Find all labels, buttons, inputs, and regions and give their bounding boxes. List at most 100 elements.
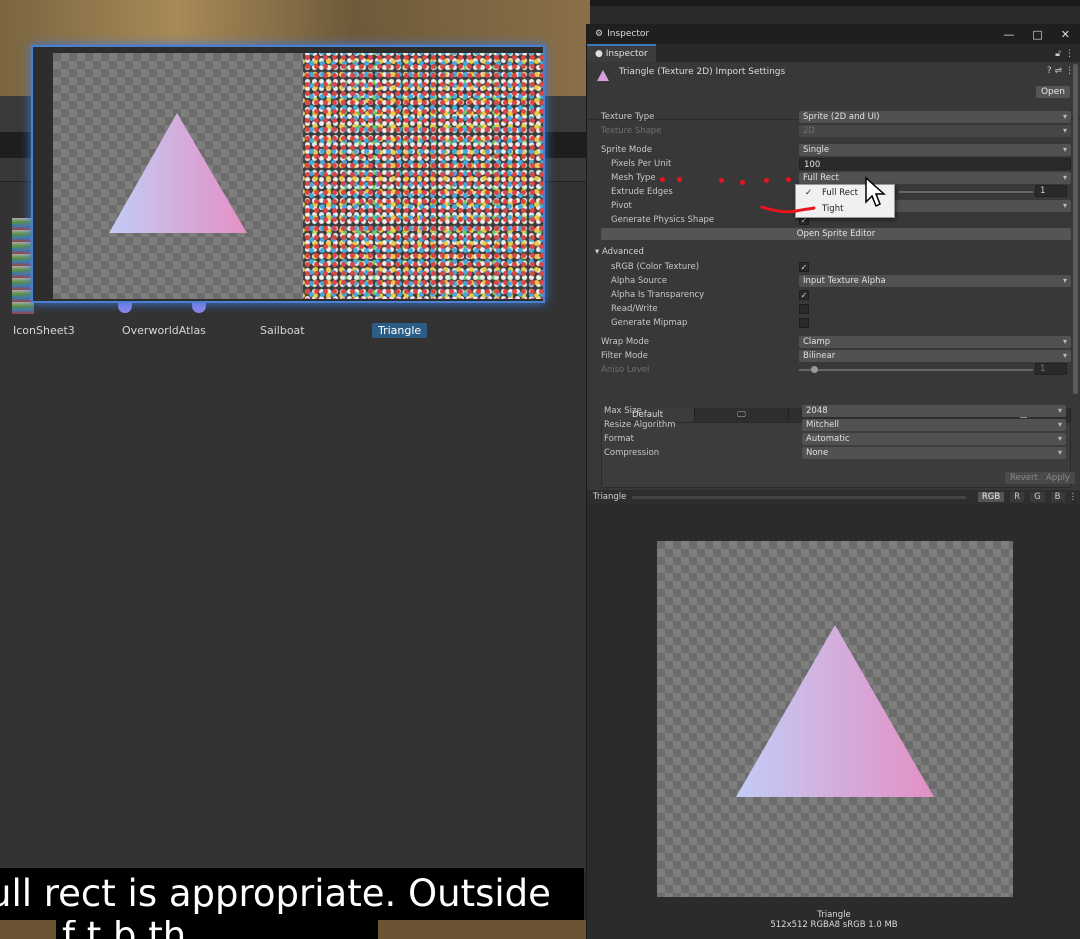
triangle-shape xyxy=(109,113,247,233)
advanced-label: Advanced xyxy=(601,247,644,257)
menu-item-tight-label: Tight xyxy=(822,204,844,214)
extrude-edges-input[interactable]: 1 xyxy=(1035,185,1067,197)
annotation-dot xyxy=(764,178,769,183)
alpha-source-label: Alpha Source xyxy=(611,276,668,286)
generate-mipmap-label: Generate Mipmap xyxy=(611,318,688,328)
read-write-label: Read/Write xyxy=(611,304,658,314)
texture-type-dropdown[interactable]: Sprite (2D and UI) xyxy=(799,111,1071,123)
inspector-window-title: Inspector xyxy=(607,29,650,39)
help-icon[interactable]: ? xyxy=(1047,66,1052,76)
annotation-dot xyxy=(740,180,745,185)
inspector-window: ⚙ Inspector — □ ✕ ● Inspector 🔓︎ ⋮ Trian… xyxy=(586,24,1080,939)
maximize-icon[interactable]: □ xyxy=(1032,28,1042,41)
import-settings-title: Triangle (Texture 2D) Import Settings xyxy=(619,67,786,77)
alpha-transparency-checkbox[interactable]: ✓ xyxy=(799,290,809,300)
inspector-window-icon: ⚙ xyxy=(595,29,604,39)
asset-preview-popup xyxy=(31,45,545,303)
read-write-checkbox[interactable] xyxy=(799,304,809,314)
inspector-titlebar[interactable]: ⚙ Inspector — □ ✕ xyxy=(587,24,1080,44)
srgb-checkbox[interactable]: ✓ xyxy=(799,262,809,272)
format-dropdown[interactable]: Automatic xyxy=(802,433,1066,445)
annotation-scribble xyxy=(760,205,816,214)
check-icon: ✓ xyxy=(805,188,813,198)
aniso-level-label: Aniso Level xyxy=(601,365,650,375)
channel-r-button[interactable]: R xyxy=(1010,492,1025,502)
sprite-mode-label: Sprite Mode xyxy=(601,145,653,155)
info-icon: ● xyxy=(595,49,603,59)
open-sprite-editor-button[interactable]: Open Sprite Editor xyxy=(601,228,1071,240)
compression-dropdown[interactable]: None xyxy=(802,447,1066,459)
generate-mipmap-row: Generate Mipmap xyxy=(601,316,1071,330)
max-size-dropdown[interactable]: 2048 xyxy=(802,405,1066,417)
minimize-icon[interactable]: — xyxy=(1003,28,1014,41)
close-icon[interactable]: ✕ xyxy=(1061,28,1070,41)
pixels-per-unit-input[interactable]: 100 xyxy=(799,158,1071,170)
compression-row: Compression None xyxy=(604,446,1066,460)
channel-b-button[interactable]: B xyxy=(1050,492,1065,502)
texture-type-row: Texture Type Sprite (2D and UI) xyxy=(601,110,1071,124)
compression-label: Compression xyxy=(604,448,660,458)
annotation-dot xyxy=(786,177,791,182)
resize-algorithm-label: Resize Algorithm xyxy=(604,420,676,430)
annotation-dot xyxy=(677,177,682,182)
subtitle-text-line1: ull rect is appropriate. Outside xyxy=(0,872,551,915)
texture-shape-row: Texture Shape 2D xyxy=(601,124,1071,138)
subtitle-caption-line2: f t b th xyxy=(56,920,378,939)
filter-mode-dropdown[interactable]: Bilinear xyxy=(799,350,1071,362)
resize-algorithm-dropdown[interactable]: Mitchell xyxy=(802,419,1066,431)
sprite-mode-dropdown[interactable]: Single xyxy=(799,144,1071,156)
tab-inspector[interactable]: ● Inspector xyxy=(587,44,656,62)
preview-toolbar: Triangle RGB R G B ⋮ xyxy=(587,490,1080,504)
mesh-type-row: Mesh Type Full Rect xyxy=(601,171,1071,185)
annotation-dot xyxy=(719,178,724,183)
srgb-row: sRGB (Color Texture) ✓ xyxy=(601,260,1071,274)
inspector-tab-bar: ● Inspector 🔓︎ ⋮ xyxy=(587,44,1080,62)
wrap-mode-dropdown[interactable]: Clamp xyxy=(799,336,1071,348)
asset-label-overworldatlas[interactable]: OverworldAtlas xyxy=(122,324,206,337)
filter-mode-row: Filter Mode Bilinear xyxy=(601,349,1071,363)
tab-inspector-label: Inspector xyxy=(605,49,648,59)
channel-rgb-button[interactable]: RGB xyxy=(977,492,1005,502)
pixels-per-unit-label: Pixels Per Unit xyxy=(611,159,672,169)
preview-title: Triangle xyxy=(593,492,627,502)
asset-label-sailboat[interactable]: Sailboat xyxy=(260,324,305,337)
pixels-per-unit-row: Pixels Per Unit 100 xyxy=(601,157,1071,171)
mesh-type-dropdown[interactable]: Full Rect xyxy=(799,172,1071,184)
channel-g-button[interactable]: G xyxy=(1030,492,1045,502)
lock-icon[interactable]: 🔓︎ xyxy=(1055,49,1065,62)
advanced-foldout[interactable]: ▾ Advanced xyxy=(595,247,644,257)
aniso-slider-knob xyxy=(811,366,818,373)
resize-algorithm-row: Resize Algorithm Mitchell xyxy=(604,418,1066,432)
aniso-slider-track xyxy=(799,369,1033,371)
overworld-atlas-preview xyxy=(303,53,543,299)
wrap-mode-row: Wrap Mode Clamp xyxy=(601,335,1071,349)
format-row: Format Automatic xyxy=(604,432,1066,446)
texture-icon xyxy=(597,70,609,81)
subtitle-caption-line1: ull rect is appropriate. Outside xyxy=(0,868,584,920)
wrap-mode-label: Wrap Mode xyxy=(601,337,649,347)
foldout-arrow-icon: ▾ xyxy=(595,247,602,257)
texture-type-label: Texture Type xyxy=(601,112,655,122)
apply-button[interactable]: Apply xyxy=(1041,472,1075,484)
extrude-slider-track[interactable] xyxy=(899,191,1033,193)
alpha-source-dropdown[interactable]: Input Texture Alpha xyxy=(799,275,1071,287)
sprite-mode-row: Sprite Mode Single xyxy=(601,143,1071,157)
tab-menu-icon[interactable]: ⋮ xyxy=(1065,49,1080,62)
srgb-label: sRGB (Color Texture) xyxy=(611,262,700,272)
preview-asset-name: Triangle xyxy=(817,910,851,920)
revert-button[interactable]: Revert xyxy=(1005,472,1043,484)
inspector-scrollbar[interactable] xyxy=(1073,64,1078,394)
settings-icon[interactable]: ⇌ xyxy=(1055,66,1063,76)
preview-slider-track[interactable] xyxy=(632,495,966,499)
open-button[interactable]: Open xyxy=(1035,86,1070,98)
annotation-dot xyxy=(660,177,665,182)
generate-mipmap-checkbox[interactable] xyxy=(799,318,809,328)
filter-mode-label: Filter Mode xyxy=(601,351,648,361)
alpha-transparency-row: Alpha Is Transparency ✓ xyxy=(601,288,1071,302)
menu-item-full-rect-label: Full Rect xyxy=(822,188,858,198)
asset-label-triangle[interactable]: Triangle xyxy=(372,323,428,338)
texture-shape-dropdown: 2D xyxy=(799,125,1071,137)
preview-menu-icon[interactable]: ⋮ xyxy=(1069,492,1078,502)
format-label: Format xyxy=(604,434,634,444)
asset-label-iconsheet3[interactable]: IconSheet3 xyxy=(13,324,75,337)
